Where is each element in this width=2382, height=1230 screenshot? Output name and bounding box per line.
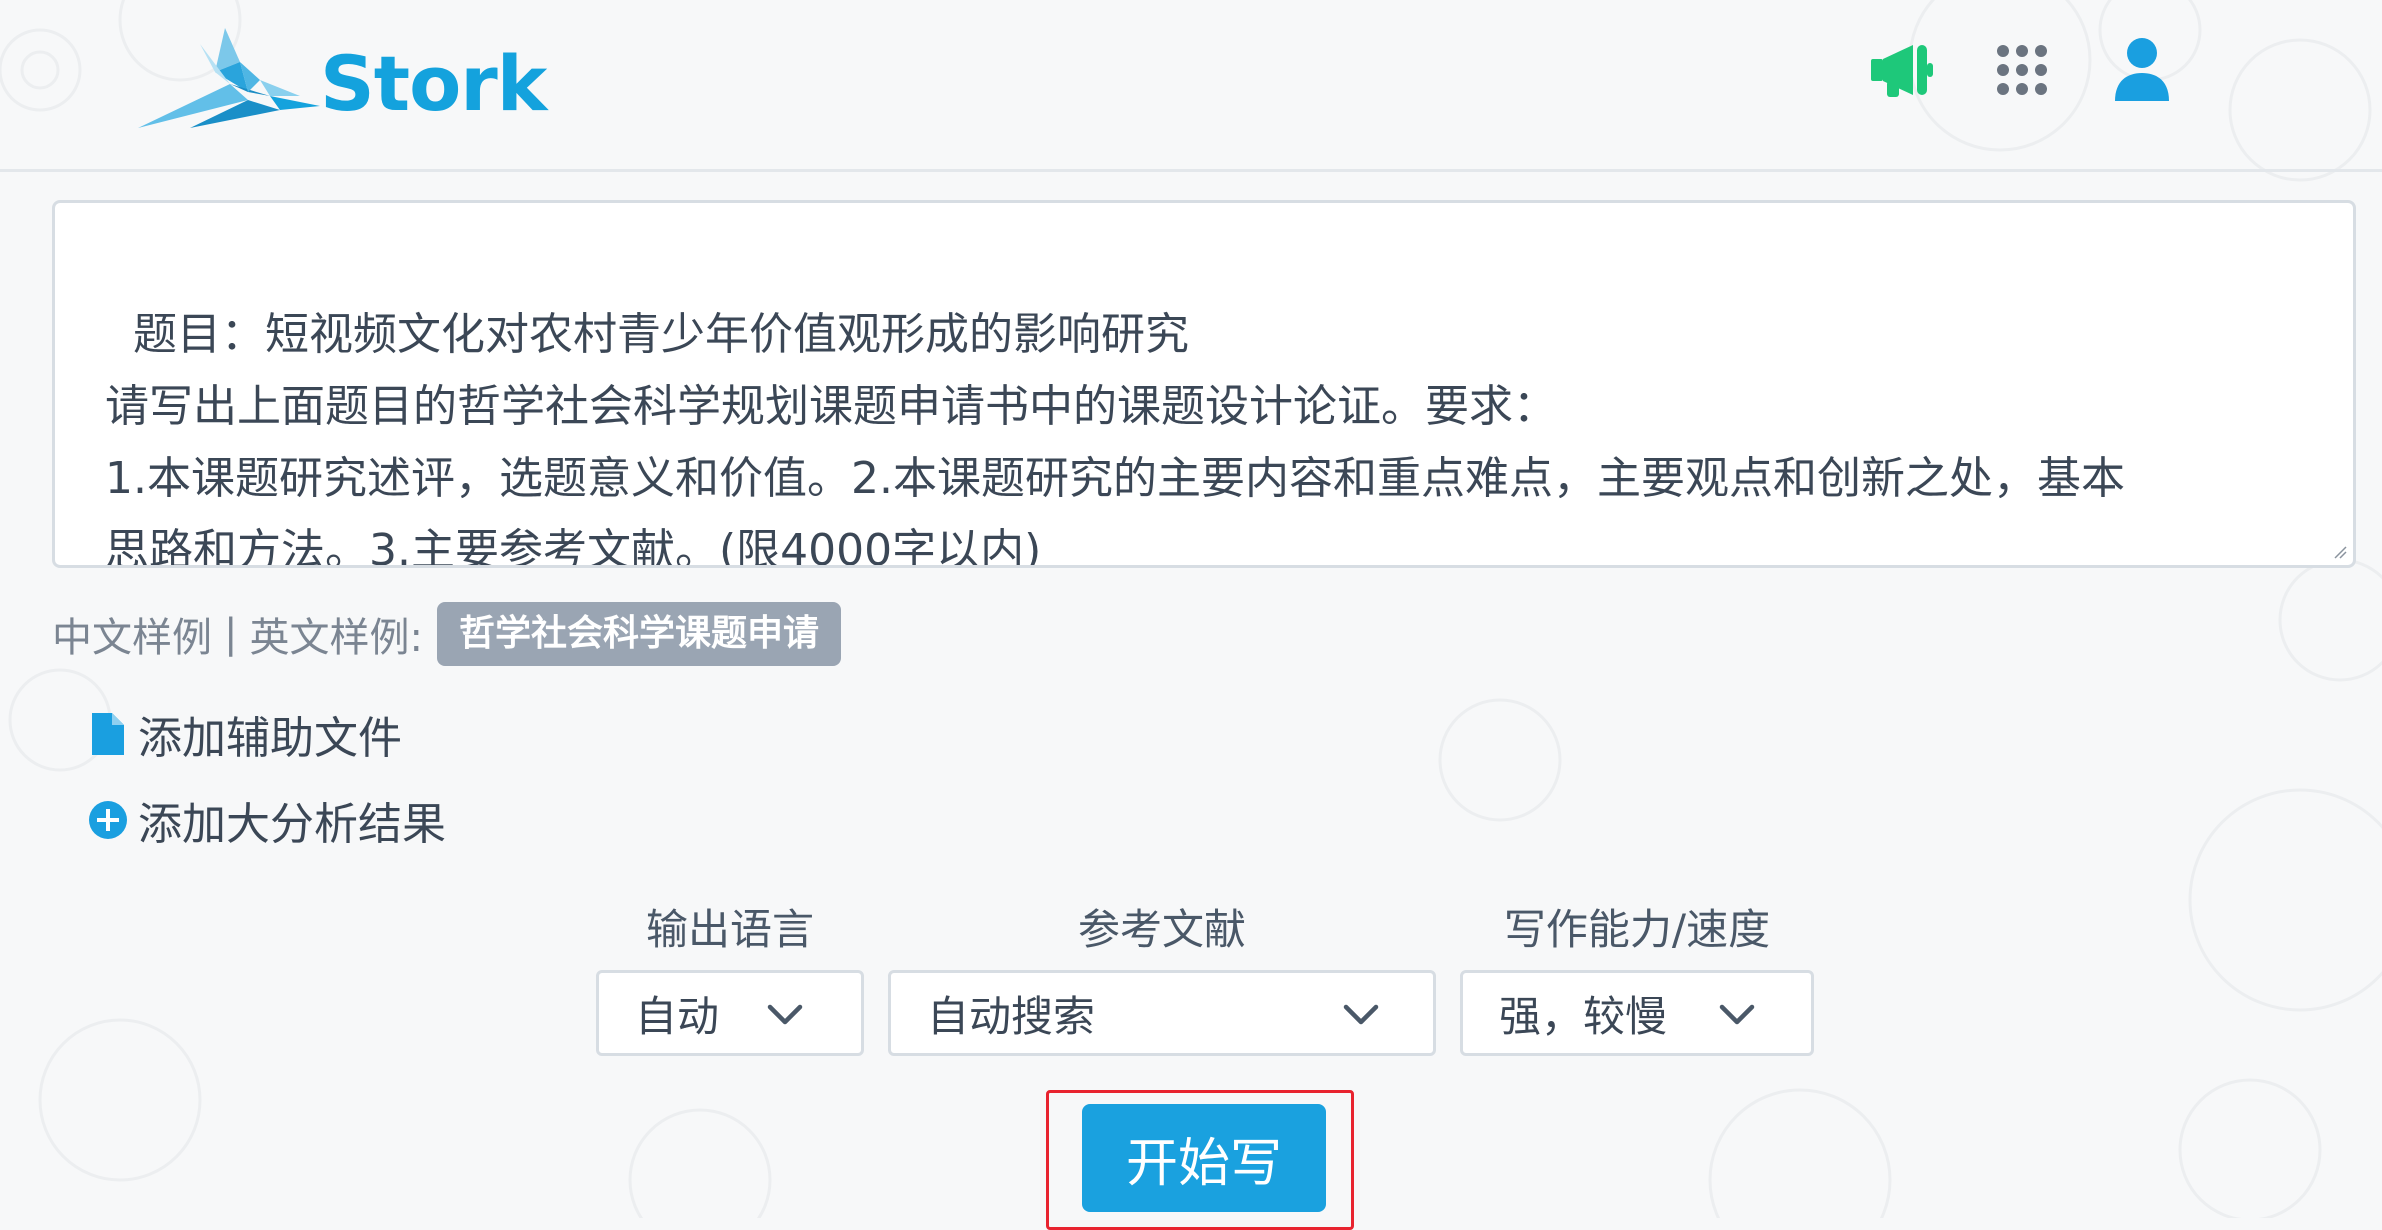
output-language-label: 输出语言 — [645, 905, 814, 954]
example-tag[interactable]: 哲学社会科学课题申请 — [436, 602, 841, 666]
top-header: Stork — [0, 0, 2382, 172]
plus-circle-icon — [86, 795, 130, 845]
add-analysis-button[interactable]: 添加大分析结果 — [86, 788, 446, 852]
writing-ability-value: 强，较慢 — [1499, 991, 1668, 1041]
examples-row: 中文样例 | 英文样例: 哲学社会科学课题申请 — [52, 602, 841, 666]
start-writing-button[interactable]: 开始写 — [1082, 1104, 1326, 1212]
stork-bird-icon — [138, 28, 320, 128]
apps-menu-button[interactable] — [1982, 30, 2062, 110]
add-analysis-label: 添加大分析结果 — [138, 799, 446, 850]
examples-separator: | — [224, 611, 238, 657]
add-file-button[interactable]: 添加辅助文件 — [86, 702, 402, 766]
resize-handle-icon[interactable] — [2333, 545, 2347, 559]
user-icon — [2115, 38, 2169, 101]
add-file-label: 添加辅助文件 — [138, 713, 402, 764]
chevron-down-icon — [1719, 1004, 1755, 1025]
prompt-text: 题目：短视频文化对农村青少年价值观形成的影响研究 请写出上面题目的哲学社会科学规… — [105, 309, 2125, 568]
writing-ability-label: 写作能力/速度 — [1503, 905, 1771, 954]
output-language-value: 自动 — [635, 991, 720, 1041]
references-select[interactable]: 自动搜索 — [888, 970, 1436, 1056]
stork-logo[interactable]: Stork — [130, 14, 547, 134]
user-account-button[interactable] — [2102, 30, 2182, 110]
writing-ability-select[interactable]: 强，较慢 — [1460, 970, 1814, 1056]
references-label: 参考文献 — [1077, 905, 1246, 954]
chevron-down-icon — [767, 1004, 803, 1025]
chevron-down-icon — [1343, 1004, 1379, 1025]
announcement-button[interactable] — [1862, 30, 1942, 110]
megaphone-icon — [1871, 45, 1933, 97]
chinese-example-link[interactable]: 中文样例 — [52, 605, 212, 663]
references-value: 自动搜索 — [927, 991, 1096, 1041]
output-language-select[interactable]: 自动 — [596, 970, 864, 1056]
prompt-textarea[interactable]: 题目：短视频文化对农村青少年价值观形成的影响研究 请写出上面题目的哲学社会科学规… — [52, 200, 2356, 568]
brand-name: Stork — [320, 38, 547, 128]
english-example-link[interactable]: 英文样例: — [249, 605, 422, 663]
file-icon — [86, 709, 130, 759]
apps-grid-icon — [1997, 45, 2047, 95]
